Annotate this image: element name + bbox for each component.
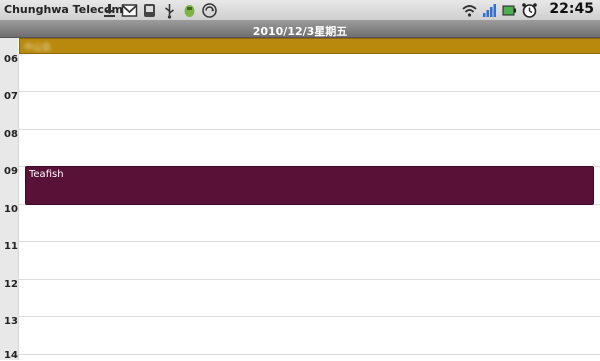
hour-label: 08 [4,129,18,140]
sync-icon[interactable] [201,2,218,19]
hour-label: 09 [4,166,18,177]
wifi-icon [462,4,477,17]
android-debug-icon[interactable] [181,2,198,19]
hour-label: 14 [4,350,18,361]
hour-slot-line[interactable] [19,354,600,355]
hour-slot-line[interactable] [19,91,600,92]
notification-icons[interactable] [101,1,218,19]
hour-label: 10 [4,204,18,215]
all-day-event[interactable]: 中山会 [19,38,600,54]
hour-slot-line[interactable] [19,241,600,242]
alarm-icon [522,2,537,18]
hour-label: 12 [4,279,18,290]
download-icon[interactable] [101,2,118,19]
gmail-icon[interactable] [121,2,138,19]
all-day-event-title: 中山会 [24,43,52,53]
hour-label: 11 [4,241,18,252]
clock: 22:45 [549,1,594,17]
usb-icon[interactable] [161,2,178,19]
hour-slot-line[interactable] [19,279,600,280]
event-title: Teafish [29,169,64,180]
hour-label: 06 [4,54,18,65]
calendar-event[interactable]: Teafish [25,166,594,205]
hour-label: 13 [4,316,18,327]
system-icons [461,1,538,19]
all-day-gutter [0,38,18,54]
battery-icon [502,5,516,15]
status-bar: Chunghwa Telecom 22:45 [0,0,600,21]
date-header: 2010/12/3星期五 [0,20,600,38]
hour-slot-line[interactable] [19,129,600,130]
date-title: 2010/12/3星期五 [252,25,348,38]
android-icon[interactable] [141,2,158,19]
signal-icon [483,3,496,17]
hour-slot-line[interactable] [19,316,600,317]
hour-label: 07 [4,91,18,102]
